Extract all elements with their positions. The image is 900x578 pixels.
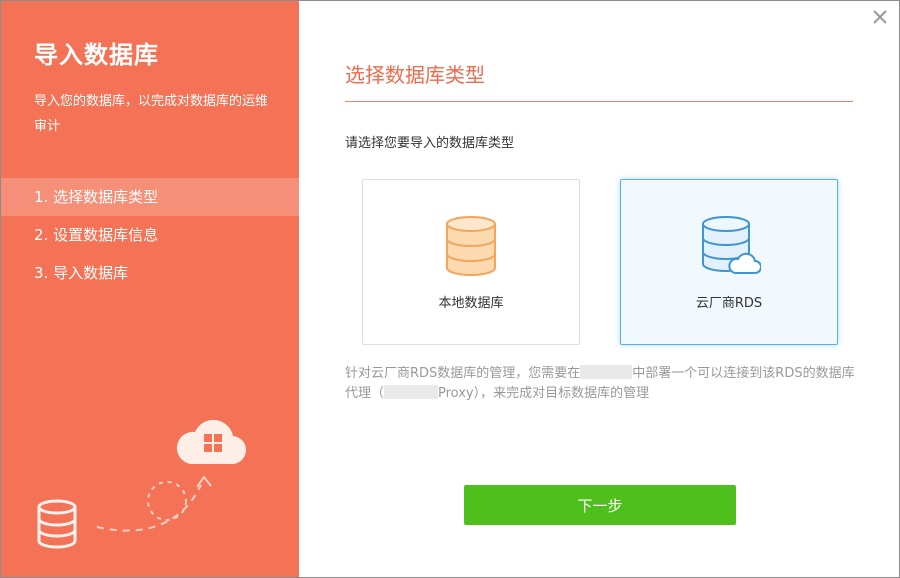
step-list: 1. 选择数据库类型 2. 设置数据库信息 3. 导入数据库 xyxy=(1,178,299,292)
option-label: 云厂商RDS xyxy=(695,296,763,311)
import-database-dialog: 导入数据库 导入您的数据库，以完成对数据库的运维审计 1. 选择数据库类型 2.… xyxy=(0,0,900,578)
title-divider xyxy=(345,101,853,102)
note-text-1: 针对云厂商RDS数据库的管理，您需要在 xyxy=(345,366,581,381)
step-import: 3. 导入数据库 xyxy=(34,264,129,282)
close-icon[interactable] xyxy=(870,7,890,27)
option-cloud-rds[interactable]: 云厂商RDS xyxy=(620,179,838,345)
option-label: 本地数据库 xyxy=(438,296,504,311)
local-database-icon xyxy=(446,216,496,276)
redacted-text xyxy=(580,365,633,379)
redacted-text xyxy=(384,385,439,399)
upload-illustration xyxy=(37,419,247,549)
sidebar-subtitle: 导入您的数据库，以完成对数据库的运维审计 xyxy=(34,94,269,134)
database-illustration-icon xyxy=(37,499,77,549)
select-prompt: 请选择您要导入的数据库类型 xyxy=(345,136,515,151)
rds-note: 针对云厂商RDS数据库的管理，您需要在 中部署一个可以连接到该RDS的数据库代理（… xyxy=(345,364,857,404)
option-local-database[interactable]: 本地数据库 xyxy=(362,179,580,345)
page-title: 选择数据库类型 xyxy=(345,63,485,87)
step-set-info: 2. 设置数据库信息 xyxy=(34,226,159,244)
step-select-type: 1. 选择数据库类型 xyxy=(1,178,299,216)
cloud-database-icon xyxy=(702,216,761,274)
note-text-3: Proxy），来完成对目标数据库的管理 xyxy=(438,386,650,401)
main-panel: 选择数据库类型 请选择您要导入的数据库类型 本地数据库 云厂商RDS 针对云厂商… xyxy=(299,1,899,577)
sidebar: 导入数据库 导入您的数据库，以完成对数据库的运维审计 1. 选择数据库类型 2.… xyxy=(1,1,299,577)
next-button[interactable]: 下一步 xyxy=(464,485,736,525)
sidebar-title: 导入数据库 xyxy=(34,41,159,69)
cloud-illustration-icon xyxy=(176,419,247,465)
